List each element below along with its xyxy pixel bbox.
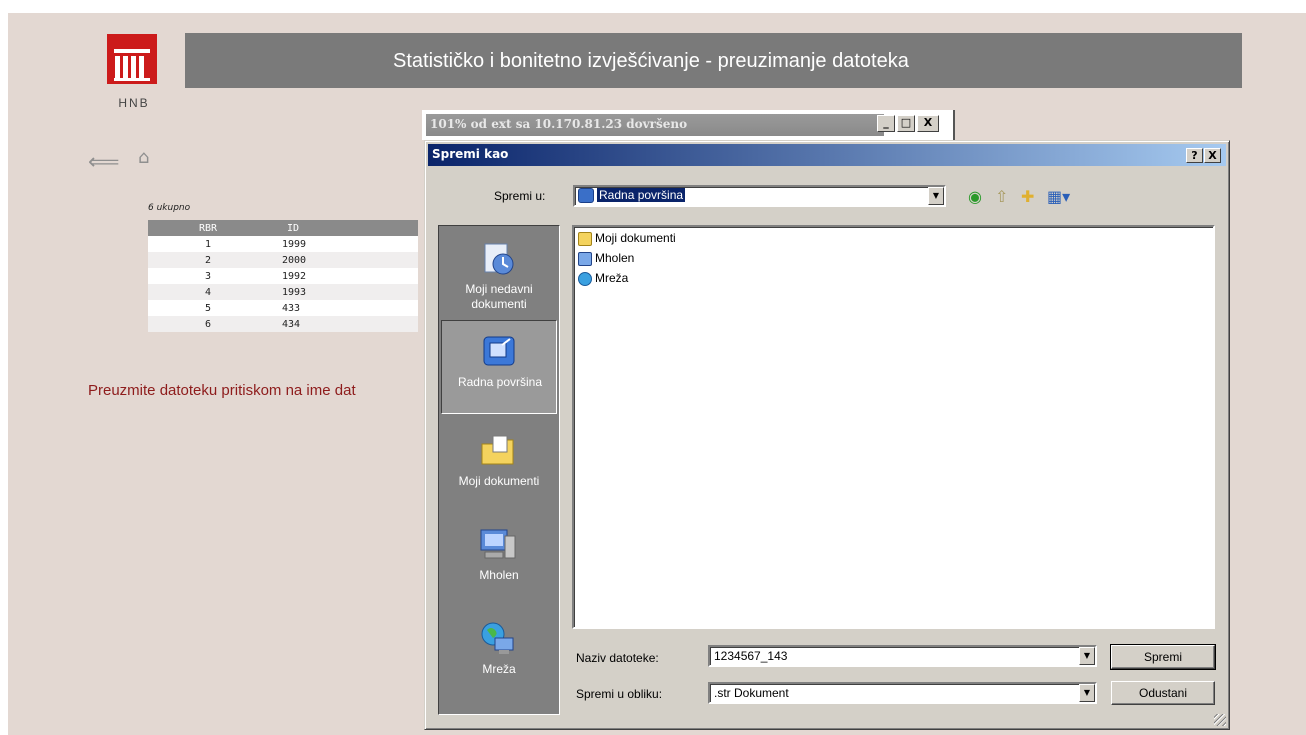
new-folder-icon[interactable]: ✚ — [1021, 187, 1034, 206]
resize-grip-icon[interactable] — [1214, 714, 1226, 726]
place-label: Mholen — [479, 568, 519, 582]
place-label: Radna površina — [457, 375, 543, 389]
filename-value: 1234567_143 — [714, 649, 788, 663]
save-button[interactable]: Spremi — [1110, 644, 1216, 670]
total-count: 6 ukupno — [148, 203, 191, 213]
filename-input[interactable]: 1234567_143 ▼ — [708, 645, 1097, 667]
dialog-close-button[interactable]: X — [1204, 148, 1221, 163]
chevron-down-icon[interactable]: ▼ — [1079, 684, 1095, 702]
close-button[interactable]: X — [917, 115, 939, 132]
place-label: Moji nedavni dokumenti — [465, 282, 533, 311]
place-my-computer[interactable]: Mholen — [441, 512, 557, 606]
column-header-id: ID — [268, 220, 318, 236]
page-title: Statističko i bonitetno izvješćivanje - … — [393, 50, 909, 72]
my-documents-icon — [481, 435, 514, 465]
column-header-extra — [318, 220, 418, 236]
table-row[interactable]: 3 1992 — [148, 268, 418, 284]
filetype-value: .str Dokument — [714, 686, 789, 700]
place-desktop[interactable]: Radna površina — [441, 320, 557, 414]
save-in-label: Spremi u: — [494, 189, 546, 203]
place-label: Moji dokumenti — [458, 474, 540, 488]
table-row[interactable]: 6 434 — [148, 316, 418, 332]
progress-window-title: 101% od ext sa 10.170.81.23 dovršeno — [426, 114, 884, 136]
dialog-titlebar: Spremi kao ? X — [428, 144, 1226, 166]
column-header-rbr: RBR — [148, 220, 268, 236]
logo-text: HNB — [118, 96, 150, 110]
file-list[interactable]: Moji dokumenti Mholen Mreža — [572, 225, 1215, 629]
back-arrow-icon[interactable]: ⟸ — [88, 150, 120, 175]
place-my-documents[interactable]: Moji dokumenti — [441, 418, 557, 512]
place-label: Mreža — [482, 662, 516, 676]
up-folder-icon[interactable]: ⇧ — [995, 187, 1008, 206]
recent-documents-icon — [484, 243, 514, 275]
view-menu-icon[interactable]: ▦▾ — [1047, 187, 1070, 206]
download-instruction: Preuzmite datoteku pritiskom na ime dat — [88, 382, 356, 399]
place-network[interactable]: Mreža — [441, 606, 557, 700]
desktop-icon — [578, 188, 594, 203]
save-in-combo[interactable]: Radna površina ▼ — [573, 185, 946, 207]
folder-icon — [578, 231, 592, 246]
filetype-label: Spremi u obliku: — [576, 687, 663, 701]
save-in-value: Radna površina — [597, 188, 686, 202]
minimize-button[interactable]: _ — [877, 115, 895, 132]
place-recent[interactable]: Moji nedavni dokumenti — [441, 226, 557, 320]
network-icon — [578, 271, 592, 286]
files-table: RBR ID 1 1999 2 2000 3 1992 4 1993 5 433 6 434 — [148, 220, 418, 332]
list-item[interactable]: Mholen — [578, 251, 634, 269]
filetype-select[interactable]: .str Dokument ▼ — [708, 682, 1097, 704]
places-bar: Moji nedavni dokumenti Radna površina Mo… — [438, 225, 560, 715]
list-item[interactable]: Mreža — [578, 271, 628, 289]
my-computer-icon — [480, 529, 516, 559]
desktop-icon — [483, 336, 515, 366]
dialog-title: Spremi kao — [432, 147, 509, 161]
table-row[interactable]: 5 433 — [148, 300, 418, 316]
network-icon — [481, 622, 514, 654]
home-icon[interactable]: ⌂ — [138, 147, 149, 168]
back-icon[interactable]: ◉ — [968, 187, 982, 206]
maximize-button[interactable]: □ — [897, 115, 915, 132]
table-row[interactable]: 2 2000 — [148, 252, 418, 268]
chevron-down-icon[interactable]: ▼ — [928, 187, 944, 205]
help-button[interactable]: ? — [1186, 148, 1203, 163]
cancel-button[interactable]: Odustani — [1111, 681, 1215, 705]
user-computer-icon — [578, 251, 592, 266]
table-row[interactable]: 1 1999 — [148, 236, 418, 252]
table-row[interactable]: 4 1993 — [148, 284, 418, 300]
chevron-down-icon[interactable]: ▼ — [1079, 647, 1095, 665]
list-item[interactable]: Moji dokumenti — [578, 231, 676, 249]
save-as-dialog: Spremi kao ? X Spremi u: Radna površina … — [424, 140, 1230, 730]
hnb-logo — [107, 34, 157, 84]
filename-label: Naziv datoteke: — [576, 651, 659, 665]
